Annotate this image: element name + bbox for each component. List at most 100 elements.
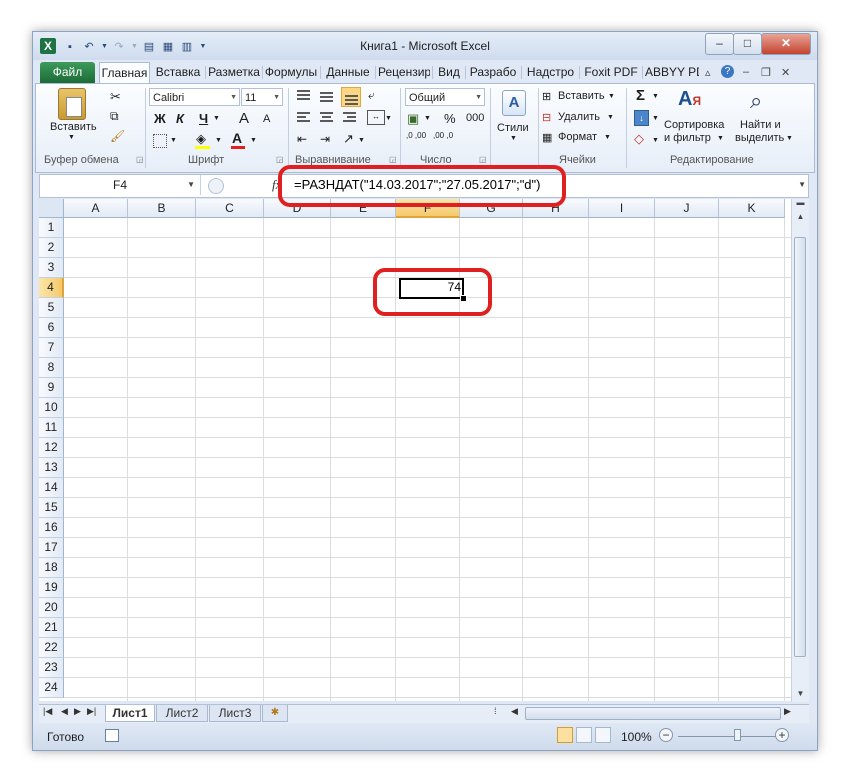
merge-dropdown-icon[interactable]: ▼ (385, 115, 392, 122)
format-cells-icon[interactable]: ▦ (542, 131, 552, 144)
orientation-dropdown-icon[interactable]: ▼ (358, 137, 365, 144)
insert-sheet-icon[interactable]: ✱ (262, 705, 288, 722)
scroll-up-icon[interactable]: ▲ (793, 209, 808, 224)
row-header-11[interactable]: 11 (39, 418, 64, 438)
last-sheet-icon[interactable]: ▶| (87, 706, 96, 717)
clear-icon[interactable]: ◇ (634, 131, 644, 147)
find-select-dropdown-icon[interactable]: ▼ (786, 135, 793, 142)
currency-dropdown-icon[interactable]: ▼ (424, 115, 431, 122)
number-launcher-icon[interactable]: ◲ (479, 155, 487, 164)
name-box[interactable]: F4 ▼ (40, 175, 201, 195)
paste-icon[interactable] (58, 88, 86, 120)
help-icon[interactable]: ? (721, 65, 734, 78)
sort-filter-icon[interactable]: AЯ (678, 88, 701, 111)
styles-button-label[interactable]: Стили (497, 122, 529, 134)
column-header-i[interactable]: I (589, 199, 655, 218)
tab-review[interactable]: Рецензир (378, 62, 430, 83)
borders-dropdown-icon[interactable]: ▼ (170, 137, 177, 144)
font-color-dropdown-icon[interactable]: ▼ (250, 137, 257, 144)
scroll-right-icon[interactable]: ▶ (784, 706, 791, 717)
font-size-combo[interactable]: 11 ▼ (241, 88, 283, 106)
italic-button[interactable]: К (176, 111, 184, 126)
wrap-text-icon[interactable]: ⤶ (368, 88, 375, 103)
tab-formulas[interactable]: Формулы (264, 62, 318, 83)
grow-font-button[interactable]: A (239, 110, 249, 127)
align-middle-icon[interactable] (320, 89, 334, 103)
styles-dropdown-icon[interactable]: ▼ (510, 135, 517, 142)
normal-view-button[interactable] (557, 727, 573, 743)
tab-data[interactable]: Данные (323, 62, 373, 83)
tab-split-handle-icon[interactable]: ⁞ (494, 706, 497, 716)
zoom-in-button[interactable]: + (775, 728, 789, 742)
row-header-10[interactable]: 10 (39, 398, 64, 418)
minimize-ribbon-icon[interactable]: ▵ (705, 66, 711, 79)
align-center-icon[interactable] (320, 111, 334, 125)
workbook-minimize-icon[interactable]: – (743, 66, 749, 78)
increase-indent-icon[interactable]: ⇥ (320, 132, 330, 146)
scroll-left-icon[interactable]: ◀ (511, 706, 518, 717)
zoom-slider-track[interactable] (678, 736, 786, 737)
tab-developer[interactable]: Разрабо (468, 62, 518, 83)
paste-button-label[interactable]: Вставить (50, 121, 97, 133)
shrink-font-button[interactable]: A (263, 113, 270, 125)
delete-cells-dropdown-icon[interactable]: ▼ (607, 114, 614, 121)
vertical-scrollbar[interactable]: ▬ ▲ ▼ (791, 199, 809, 702)
first-sheet-icon[interactable]: |◀ (43, 706, 52, 717)
row-header-8[interactable]: 8 (39, 358, 64, 378)
tab-view[interactable]: Вид (435, 62, 463, 83)
format-painter-icon[interactable]: 🖌 (110, 129, 125, 143)
fill-icon[interactable]: ↓ (634, 110, 649, 126)
tab-file[interactable]: Файл (40, 62, 95, 83)
autosum-button[interactable]: Σ (636, 87, 645, 104)
alignment-launcher-icon[interactable]: ◲ (389, 155, 397, 164)
percent-button[interactable]: % (444, 111, 456, 126)
clear-dropdown-icon[interactable]: ▼ (652, 137, 659, 144)
align-right-icon[interactable] (343, 111, 357, 125)
fill-dropdown-icon[interactable]: ▼ (652, 115, 659, 122)
borders-icon[interactable] (153, 134, 167, 148)
tab-page-layout[interactable]: Разметка (208, 62, 260, 83)
align-top-icon[interactable] (297, 89, 311, 103)
bold-button[interactable]: Ж (154, 111, 166, 126)
row-header-24[interactable]: 24 (39, 678, 64, 698)
zoom-level[interactable]: 100% (621, 730, 652, 744)
row-header-20[interactable]: 20 (39, 598, 64, 618)
column-header-c[interactable]: C (196, 199, 264, 218)
expand-formula-bar-icon[interactable]: ▼ (798, 175, 806, 195)
sheet-tab-list2[interactable]: Лист2 (156, 705, 208, 722)
styles-icon[interactable]: A (502, 90, 526, 116)
row-header-4[interactable]: 4 (39, 278, 64, 298)
align-left-icon[interactable] (297, 111, 311, 125)
zoom-out-button[interactable]: − (659, 728, 673, 742)
delete-cells-icon[interactable]: ⊟ (542, 111, 551, 124)
delete-cells-button[interactable]: Удалить (558, 111, 600, 123)
next-sheet-icon[interactable]: ▶ (74, 706, 81, 717)
merge-center-icon[interactable]: ↔ (367, 110, 385, 125)
number-format-combo[interactable]: Общий ▼ (405, 88, 485, 106)
close-button[interactable]: ✕ (761, 33, 811, 55)
font-name-combo[interactable]: Calibri ▼ (149, 88, 240, 106)
tab-home[interactable]: Главная (99, 62, 150, 84)
select-all-button[interactable] (39, 199, 64, 218)
tab-insert[interactable]: Вставка (154, 62, 202, 83)
row-header-15[interactable]: 15 (39, 498, 64, 518)
minimize-button[interactable]: – (705, 33, 734, 55)
column-header-k[interactable]: K (719, 199, 785, 218)
vertical-scroll-thumb[interactable] (794, 237, 806, 657)
sort-filter-label-1[interactable]: Сортировка (664, 119, 724, 131)
font-color-icon[interactable]: A (231, 130, 245, 149)
zoom-slider-thumb[interactable] (734, 729, 742, 741)
row-header-16[interactable]: 16 (39, 518, 64, 538)
row-header-19[interactable]: 19 (39, 578, 64, 598)
page-break-view-button[interactable] (595, 727, 611, 743)
workbook-close-icon[interactable]: ✕ (781, 66, 790, 79)
column-header-a[interactable]: A (64, 199, 128, 218)
row-header-14[interactable]: 14 (39, 478, 64, 498)
align-bottom-icon[interactable] (341, 87, 361, 107)
tab-foxit-pdf[interactable]: Foxit PDF (582, 62, 640, 83)
underline-dropdown-icon[interactable]: ▼ (213, 115, 220, 122)
maximize-button[interactable]: □ (733, 33, 762, 55)
find-select-icon[interactable]: ⌕ (750, 88, 762, 114)
thousands-button[interactable]: 000 (466, 112, 484, 124)
insert-cells-dropdown-icon[interactable]: ▼ (608, 93, 615, 100)
